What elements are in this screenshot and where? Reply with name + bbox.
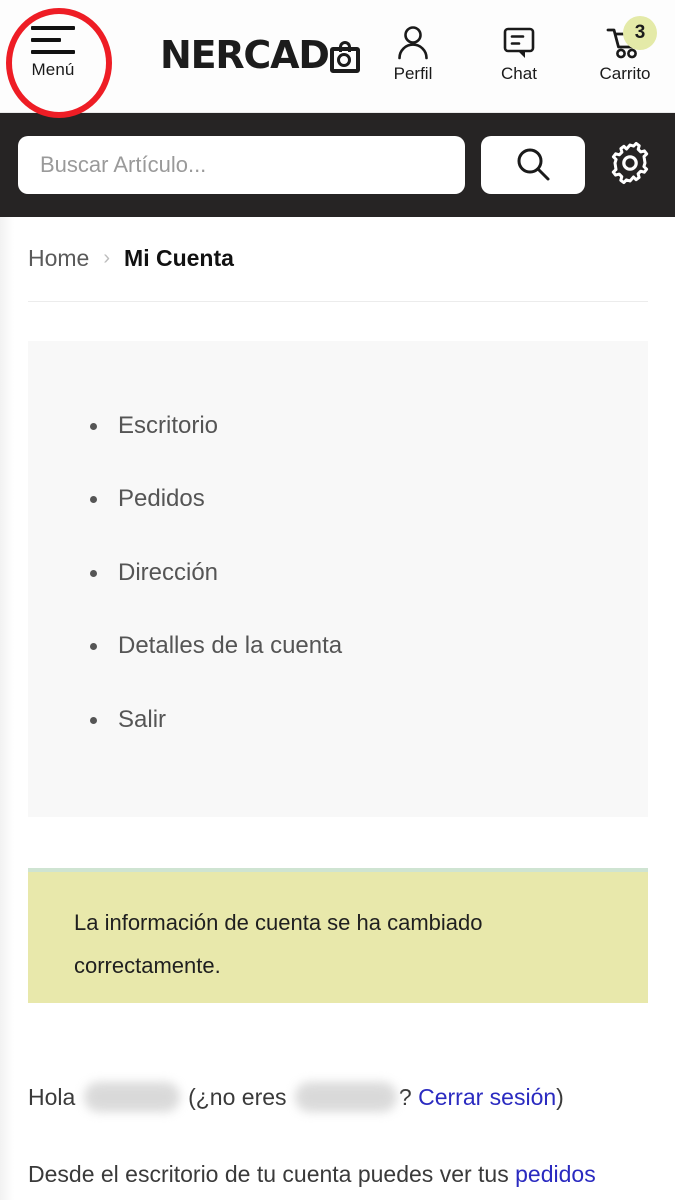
brand-logo[interactable]: NERCAD	[160, 36, 360, 74]
chevron-right-icon: ›	[103, 247, 111, 269]
search-icon	[514, 145, 552, 186]
gear-icon	[605, 138, 655, 193]
account-menu-list: Escritorio Pedidos Dirección Detalles de…	[28, 341, 648, 733]
greeting-question-mark: ?	[398, 1084, 412, 1110]
settings-button[interactable]	[603, 138, 657, 192]
header-actions: Perfil Chat 3 Carrito	[375, 16, 663, 84]
page-left-shade	[0, 217, 14, 1200]
search-submit-button[interactable]	[481, 136, 585, 194]
account-menu-item-salir[interactable]: Salir	[90, 706, 648, 733]
orders-link[interactable]: pedidos	[515, 1161, 596, 1187]
header-action-cart-label: Carrito	[599, 64, 651, 83]
search-input[interactable]	[18, 136, 465, 194]
header-action-chat-label: Chat	[501, 64, 537, 83]
success-notice-message: La información de cuenta se ha cambiado …	[74, 910, 483, 978]
shopping-bag-icon	[329, 40, 360, 73]
dashboard-description-text: Desde el escritorio de tu cuenta puedes …	[28, 1161, 509, 1187]
logout-link[interactable]: Cerrar sesión	[418, 1084, 556, 1110]
greeting-hello: Hola	[28, 1084, 76, 1110]
account-menu-item-detalles[interactable]: Detalles de la cuenta	[90, 632, 648, 659]
success-notice: La información de cuenta se ha cambiado …	[28, 868, 648, 1003]
menu-button-label: Menú	[31, 60, 75, 79]
header-action-cart[interactable]: 3 Carrito	[587, 16, 663, 84]
dashboard-description: Desde el escritorio de tu cuenta puedes …	[28, 1160, 668, 1189]
account-menu-item-escritorio[interactable]: Escritorio	[90, 412, 648, 439]
chat-bubble-icon	[481, 22, 557, 62]
header-action-chat[interactable]: Chat	[481, 22, 557, 84]
cart-count-badge: 3	[623, 16, 657, 50]
search-bar	[0, 113, 675, 217]
greeting-closing-paren: )	[556, 1084, 564, 1110]
account-menu-item-pedidos[interactable]: Pedidos	[90, 485, 648, 512]
header-action-profile[interactable]: Perfil	[375, 22, 451, 84]
menu-button[interactable]: Menú	[22, 26, 84, 80]
greeting-not-you-prefix: (¿no eres	[188, 1084, 287, 1110]
redacted-name-1	[83, 1081, 180, 1112]
person-icon	[375, 22, 451, 62]
greeting-line: Hola (¿no eres ? Cerrar sesión)	[28, 1081, 653, 1114]
breadcrumb-current: Mi Cuenta	[124, 245, 234, 271]
breadcrumb: Home › Mi Cuenta	[28, 245, 234, 272]
site-header: Menú NERCAD Perfil Chat 3 Carrito	[0, 0, 675, 113]
breadcrumb-home-link[interactable]: Home	[28, 245, 89, 272]
header-action-profile-label: Perfil	[393, 64, 433, 83]
brand-logo-text: NERCAD	[160, 33, 330, 77]
breadcrumb-divider	[28, 301, 648, 302]
account-menu-item-direccion[interactable]: Dirección	[90, 559, 648, 586]
account-navigation-panel: Escritorio Pedidos Dirección Detalles de…	[28, 341, 648, 817]
hamburger-icon	[31, 26, 75, 54]
redacted-name-2	[294, 1081, 397, 1112]
